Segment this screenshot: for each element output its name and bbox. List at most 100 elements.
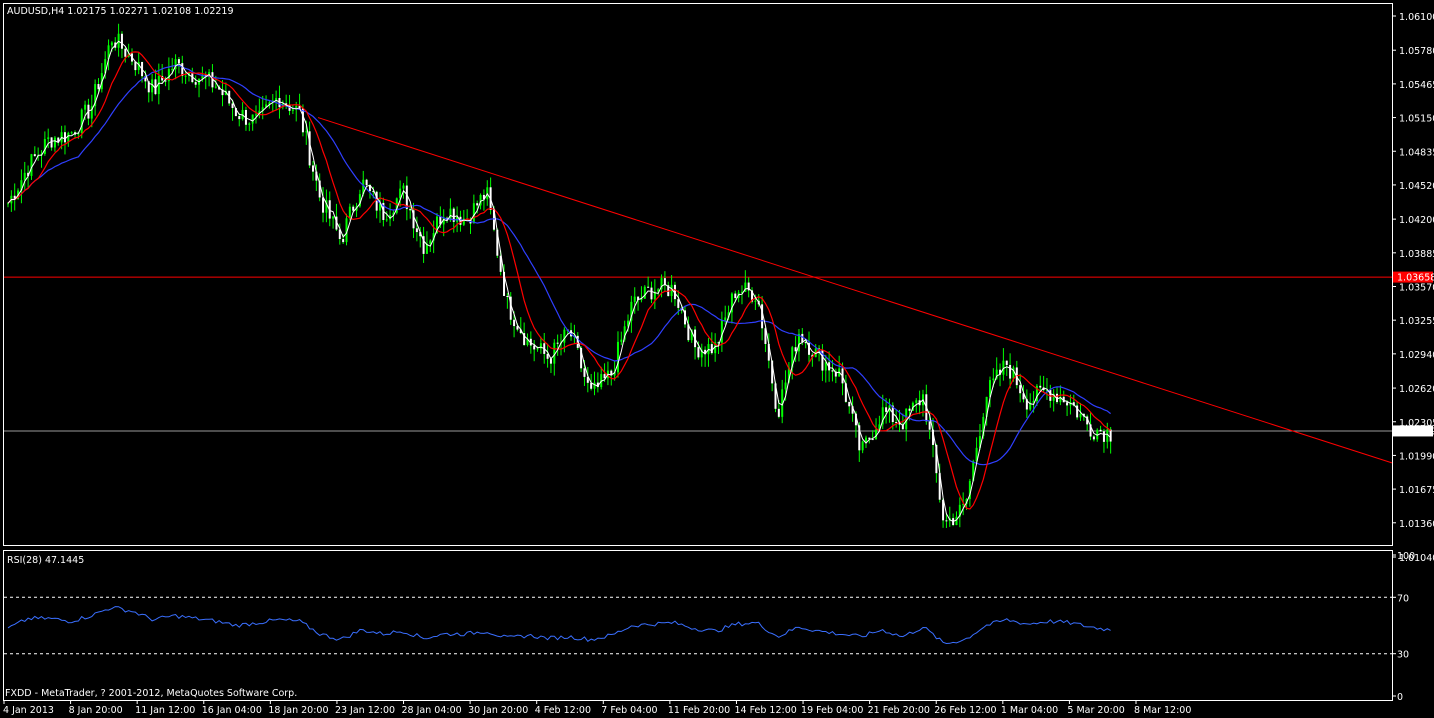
candle-body — [677, 299, 680, 308]
current-price-label: 1.02219 — [1397, 426, 1434, 437]
candle-body — [593, 382, 596, 389]
symbol-header: AUDUSD,H4 1.02175 1.02271 1.02108 1.0221… — [7, 6, 234, 17]
candle-body — [616, 341, 619, 373]
time-tick-label: 23 Jan 12:00 — [335, 705, 395, 716]
candle-body — [342, 238, 345, 243]
rsi-tick-label: 0 — [1397, 692, 1403, 703]
time-tick-label: 1 Mar 04:00 — [1001, 705, 1058, 716]
rsi-axis: 100 70 30 0 — [1392, 551, 1415, 703]
candle-body — [563, 329, 566, 343]
candle-body — [1106, 429, 1109, 442]
time-tick-label: 8 Jan 20:00 — [69, 705, 123, 716]
time-tick-label: 21 Feb 20:00 — [868, 705, 930, 716]
candle-body — [945, 520, 948, 522]
candle-body — [385, 219, 388, 221]
time-tick-label: 19 Feb 04:00 — [801, 705, 863, 716]
candle-body — [348, 206, 351, 219]
candle-body — [720, 320, 723, 343]
candle-body — [472, 203, 475, 224]
candle-body — [184, 75, 187, 77]
candle-body — [248, 123, 251, 125]
candle-body — [784, 382, 787, 390]
candle-body — [231, 103, 234, 108]
copyright-text: FXDD - MetaTrader, ? 2001-2012, MetaQuot… — [5, 688, 297, 699]
candle-body — [352, 206, 355, 211]
time-tick-label: 16 Jan 04:00 — [202, 705, 262, 716]
candle-body — [332, 216, 335, 219]
time-tick-label: 14 Feb 12:00 — [734, 705, 796, 716]
rsi-tick-label: 100 — [1397, 551, 1415, 562]
candle-body — [1079, 413, 1082, 418]
rsi-line — [7, 606, 1111, 645]
candles — [7, 23, 1112, 528]
candle-body — [301, 108, 304, 133]
candle-body — [734, 293, 737, 299]
price-axis: 1.06100 1.05780 1.05465 1.05150 1.04835 1.045… — [1392, 12, 1434, 564]
time-tick-label: 11 Feb 20:00 — [668, 705, 730, 716]
rsi-panel-frame — [3, 550, 1393, 701]
resistance-trendline[interactable] — [317, 117, 1393, 464]
candle-body — [864, 437, 867, 442]
candle-body — [1099, 429, 1102, 432]
rsi-header: RSI(28) 47.1445 — [7, 555, 84, 566]
candle-body — [291, 109, 294, 111]
candle-body — [513, 319, 516, 327]
candle-body — [955, 516, 958, 526]
price-tick-label: 1.04520 — [1399, 181, 1434, 192]
candle-body — [1019, 385, 1022, 394]
price-tick-label: 1.03885 — [1399, 249, 1434, 260]
price-tick-label: 1.01990 — [1399, 451, 1434, 462]
candle-body — [650, 287, 653, 300]
candle-body — [633, 296, 636, 302]
candle-body — [84, 104, 87, 110]
candle-body — [824, 362, 827, 371]
candle-body — [70, 132, 73, 134]
candle-body — [311, 165, 314, 172]
time-tick-label: 18 Jan 20:00 — [268, 705, 328, 716]
price-tick-label: 1.04835 — [1399, 147, 1434, 158]
candle-body — [1092, 436, 1095, 440]
candle-body — [53, 137, 56, 148]
candle-body — [848, 401, 851, 407]
candle-body — [620, 339, 623, 342]
candle-body — [1009, 364, 1012, 379]
candle-body — [63, 132, 66, 143]
candle-body — [7, 203, 9, 205]
price-tick-label: 1.05465 — [1399, 80, 1434, 91]
candle-body — [915, 400, 918, 403]
candle-body — [1109, 429, 1112, 442]
candle-body — [251, 114, 254, 124]
candle-body — [794, 347, 797, 352]
price-tick-label: 1.06100 — [1399, 12, 1434, 23]
candle-body — [992, 378, 995, 381]
time-tick-label: 5 Mar 20:00 — [1067, 705, 1124, 716]
candle-body — [804, 342, 807, 344]
candle-body — [214, 86, 217, 88]
price-tick-label: 1.03255 — [1399, 316, 1434, 327]
candle-body — [47, 137, 50, 140]
price-tick-label: 1.05780 — [1399, 46, 1434, 57]
candle-body — [533, 345, 536, 350]
candle-body — [647, 286, 650, 288]
time-tick-label: 26 Feb 12:00 — [934, 705, 996, 716]
candle-body — [476, 203, 479, 206]
time-tick-label: 4 Jan 2013 — [3, 705, 54, 716]
candle-body — [415, 228, 418, 233]
time-tick-label: 4 Feb 12:00 — [535, 705, 591, 716]
candle-body — [171, 69, 174, 71]
candle-body — [50, 137, 53, 148]
time-tick-label: 30 Jan 20:00 — [468, 705, 528, 716]
candle-body — [710, 344, 713, 354]
time-tick-label: 7 Feb 04:00 — [601, 705, 657, 716]
candle-body — [43, 139, 46, 154]
candle-body — [831, 370, 834, 372]
price-chart[interactable]: 1.06100 1.05780 1.05465 1.05150 1.04835 1.045… — [0, 0, 1434, 718]
candle-body — [429, 240, 432, 244]
candle-body — [777, 408, 780, 417]
candle-body — [1005, 360, 1008, 365]
candle-body — [124, 48, 127, 57]
time-tick-label: 11 Jan 12:00 — [135, 705, 195, 716]
candle-body — [556, 342, 559, 344]
price-tick-label: 1.02620 — [1399, 384, 1434, 395]
candle-body — [110, 42, 113, 46]
